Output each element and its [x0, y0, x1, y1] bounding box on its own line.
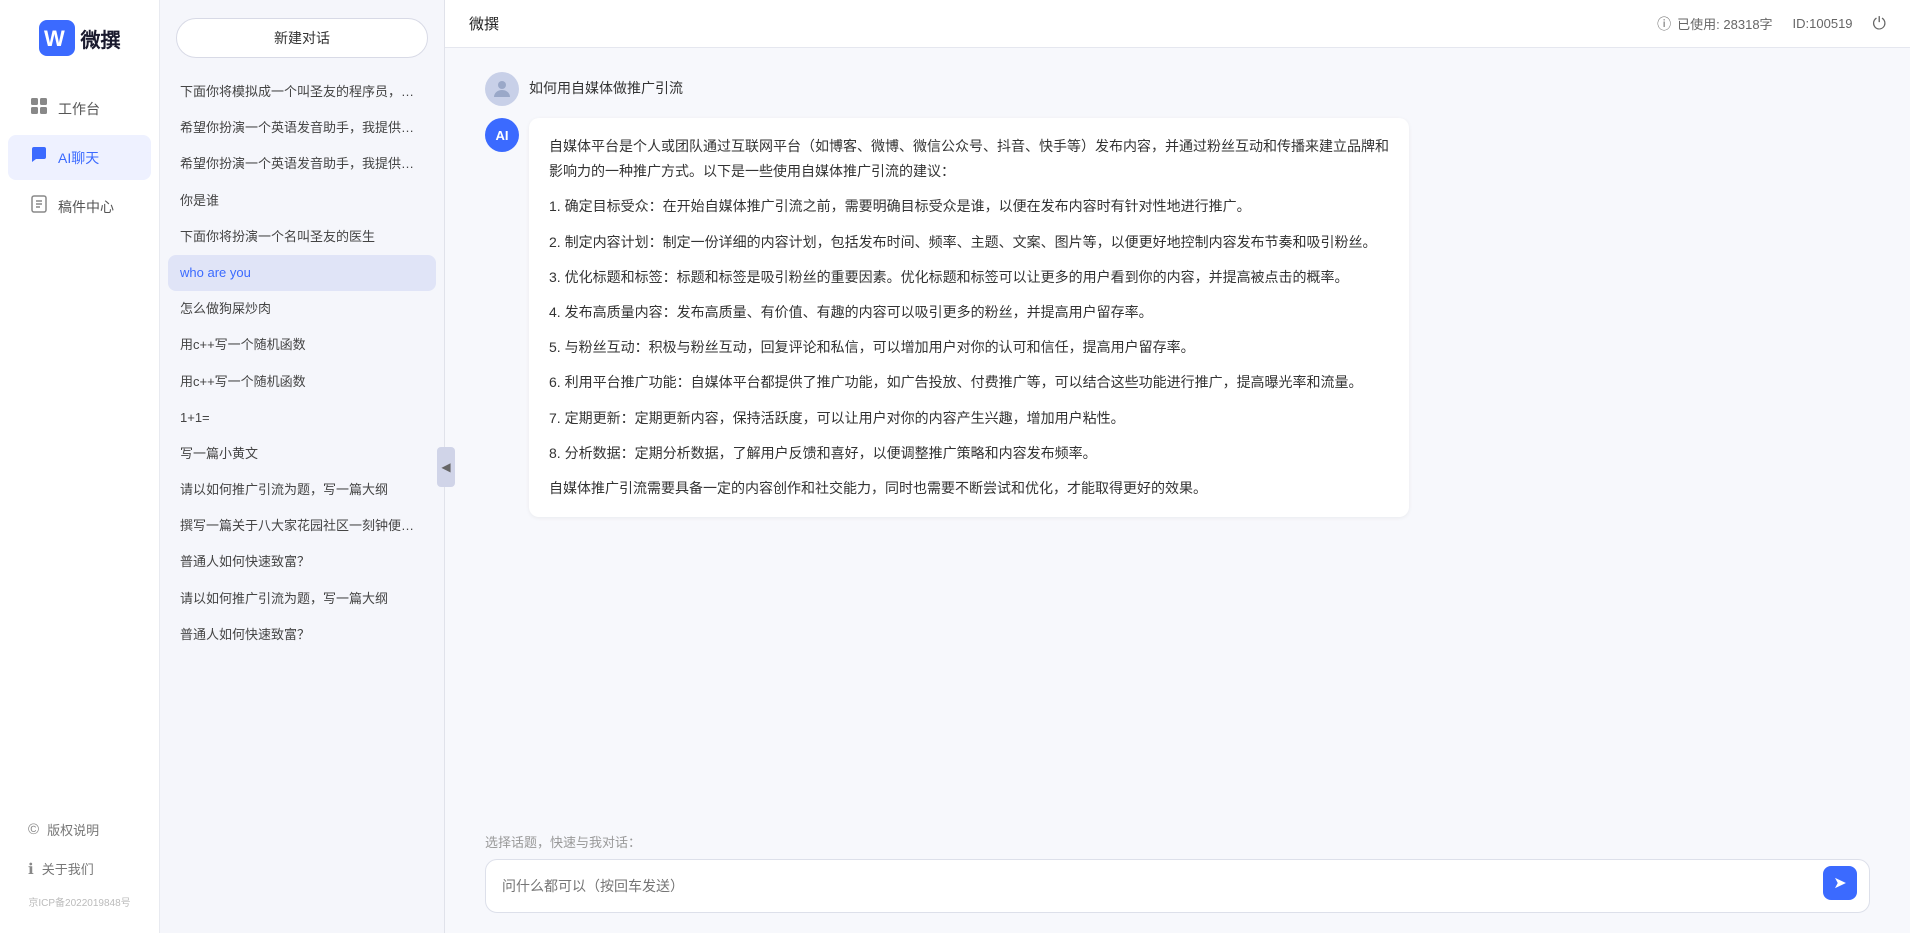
ai-para-1: 1. 确定目标受众：在开始自媒体推广引流之前，需要明确目标受众是谁，以便在发布内… — [549, 194, 1389, 219]
about-label: 关于我们 — [42, 859, 94, 878]
input-box: ➤ — [485, 859, 1870, 913]
history-item[interactable]: 1+1= — [168, 400, 436, 436]
icp-text: 京ICP备2022019848号 — [0, 890, 159, 913]
chat-messages: 如何用自媒体做推广引流 AI 自媒体平台是个人或团队通过互联网平台（如博客、微博… — [445, 48, 1910, 816]
history-item[interactable]: 下面你将扮演一个名叫圣友的医生 — [168, 219, 436, 255]
user-message: 如何用自媒体做推广引流 — [485, 72, 1870, 106]
history-item[interactable]: 下面你将模拟成一个叫圣友的程序员，我说... — [168, 74, 436, 110]
chat-input[interactable] — [502, 876, 1819, 897]
history-item[interactable]: 用c++写一个随机函数 — [168, 364, 436, 400]
logo-area: W 微撰 — [29, 20, 131, 56]
quick-topics-label: 选择话题，快速与我对话： — [485, 832, 1870, 851]
power-button[interactable]: ⏻ — [1873, 14, 1886, 34]
about-icon: ℹ — [28, 860, 34, 878]
send-button[interactable]: ➤ — [1823, 866, 1857, 900]
svg-text:W: W — [44, 26, 65, 51]
sidebar-item-workspace[interactable]: 工作台 — [8, 86, 151, 131]
ai-para-6: 6. 利用平台推广功能：自媒体平台都提供了推广功能，如广告投放、付费推广等，可以… — [549, 370, 1389, 395]
user-message-text: 如何用自媒体做推广引流 — [529, 72, 683, 98]
history-item[interactable]: 普通人如何快速致富？ — [168, 617, 436, 653]
ai-message: AI 自媒体平台是个人或团队通过互联网平台（如博客、微博、微信公众号、抖音、快手… — [485, 118, 1870, 517]
history-item[interactable]: 你是谁 — [168, 183, 436, 219]
workspace-icon — [28, 96, 50, 121]
sidebar-item-copyright[interactable]: © 版权说明 — [8, 812, 151, 847]
topbar-title: 微撰 — [469, 13, 499, 34]
copyright-icon: © — [28, 821, 39, 838]
drafts-icon — [28, 194, 50, 219]
chat-input-area: 选择话题，快速与我对话： ➤ — [445, 816, 1910, 933]
ai-para-4: 4. 发布高质量内容：发布高质量、有价值、有趣的内容可以吸引更多的粉丝，并提高用… — [549, 300, 1389, 325]
ai-para-2: 2. 制定内容计划：制定一份详细的内容计划，包括发布时间、频率、主题、文案、图片… — [549, 230, 1389, 255]
topbar: 微撰 ⓘ 已使用: 28318字 ID:100519 ⏻ — [445, 0, 1910, 48]
sidebar: W 微撰 工作台 AI聊天 稿件中心 © 版权说明 ℹ — [0, 0, 160, 933]
user-avatar — [485, 72, 519, 106]
nav-items: 工作台 AI聊天 稿件中心 — [0, 86, 159, 812]
history-item[interactable]: 普通人如何快速致富？ — [168, 544, 436, 580]
sidebar-item-drafts-label: 稿件中心 — [58, 197, 114, 217]
middle-panel: 新建对话 下面你将模拟成一个叫圣友的程序员，我说... 希望你扮演一个英语发音助… — [160, 0, 445, 933]
id-label: ID:100519 — [1793, 16, 1853, 31]
history-item[interactable]: 撰写一篇关于八大家花园社区一刻钟便民生... — [168, 508, 436, 544]
sidebar-item-ai-chat-label: AI聊天 — [58, 148, 99, 168]
ai-chat-icon — [28, 145, 50, 170]
sidebar-item-about[interactable]: ℹ 关于我们 — [8, 851, 151, 886]
topbar-right: ⓘ 已使用: 28318字 ID:100519 ⏻ — [1657, 14, 1886, 34]
input-wrapper: ➤ — [485, 859, 1870, 913]
history-item[interactable]: 怎么做狗屎炒肉 — [168, 291, 436, 327]
ai-avatar: AI — [485, 118, 519, 152]
new-chat-button[interactable]: 新建对话 — [176, 18, 428, 58]
copyright-label: 版权说明 — [47, 820, 99, 839]
history-item[interactable]: 希望你扮演一个英语发音助手，我提供给你... — [168, 146, 436, 182]
logo-text: 微撰 — [81, 24, 121, 53]
ai-para-0: 自媒体平台是个人或团队通过互联网平台（如博客、微博、微信公众号、抖音、快手等）发… — [549, 134, 1389, 184]
history-item[interactable]: 希望你扮演一个英语发音助手，我提供给你... — [168, 110, 436, 146]
ai-para-5: 5. 与粉丝互动：积极与粉丝互动，回复评论和私信，可以增加用户对你的认可和信任，… — [549, 335, 1389, 360]
sidebar-item-ai-chat[interactable]: AI聊天 — [8, 135, 151, 180]
ai-para-8: 8. 分析数据：定期分析数据，了解用户反馈和喜好，以便调整推广策略和内容发布频率… — [549, 441, 1389, 466]
usage-icon: ⓘ — [1657, 14, 1671, 34]
ai-para-3: 3. 优化标题和标签：标题和标签是吸引粉丝的重要因素。优化标题和标签可以让更多的… — [549, 265, 1389, 290]
ai-para-9: 自媒体推广引流需要具备一定的内容创作和社交能力，同时也需要不断尝试和优化，才能取… — [549, 476, 1389, 501]
history-list: 下面你将模拟成一个叫圣友的程序员，我说... 希望你扮演一个英语发音助手，我提供… — [160, 70, 444, 933]
ai-para-7: 7. 定期更新：定期更新内容，保持活跃度，可以让用户对你的内容产生兴趣，增加用户… — [549, 406, 1389, 431]
middle-header: 新建对话 — [160, 0, 444, 70]
history-item[interactable]: 写一篇小黄文 — [168, 436, 436, 472]
history-item-active[interactable]: who are you — [168, 255, 436, 291]
ai-message-bubble: 自媒体平台是个人或团队通过互联网平台（如博客、微博、微信公众号、抖音、快手等）发… — [529, 118, 1409, 517]
history-item[interactable]: 用c++写一个随机函数 — [168, 327, 436, 363]
send-icon: ➤ — [1833, 873, 1846, 893]
sidebar-item-drafts[interactable]: 稿件中心 — [8, 184, 151, 229]
logo-icon: W — [39, 20, 75, 56]
history-item[interactable]: 请以如何推广引流为题，写一篇大纲 — [168, 581, 436, 617]
usage-text: 已使用: 28318字 — [1677, 14, 1772, 33]
history-item[interactable]: 请以如何推广引流为题，写一篇大纲 — [168, 472, 436, 508]
collapse-button[interactable]: ◀ — [437, 447, 455, 487]
sidebar-item-workspace-label: 工作台 — [58, 99, 100, 119]
main-area: 微撰 ⓘ 已使用: 28318字 ID:100519 ⏻ 如何用自媒体做推广引流… — [445, 0, 1910, 933]
sidebar-bottom: © 版权说明 ℹ 关于我们 京ICP备2022019848号 — [0, 812, 159, 923]
usage-indicator: ⓘ 已使用: 28318字 — [1657, 14, 1772, 34]
